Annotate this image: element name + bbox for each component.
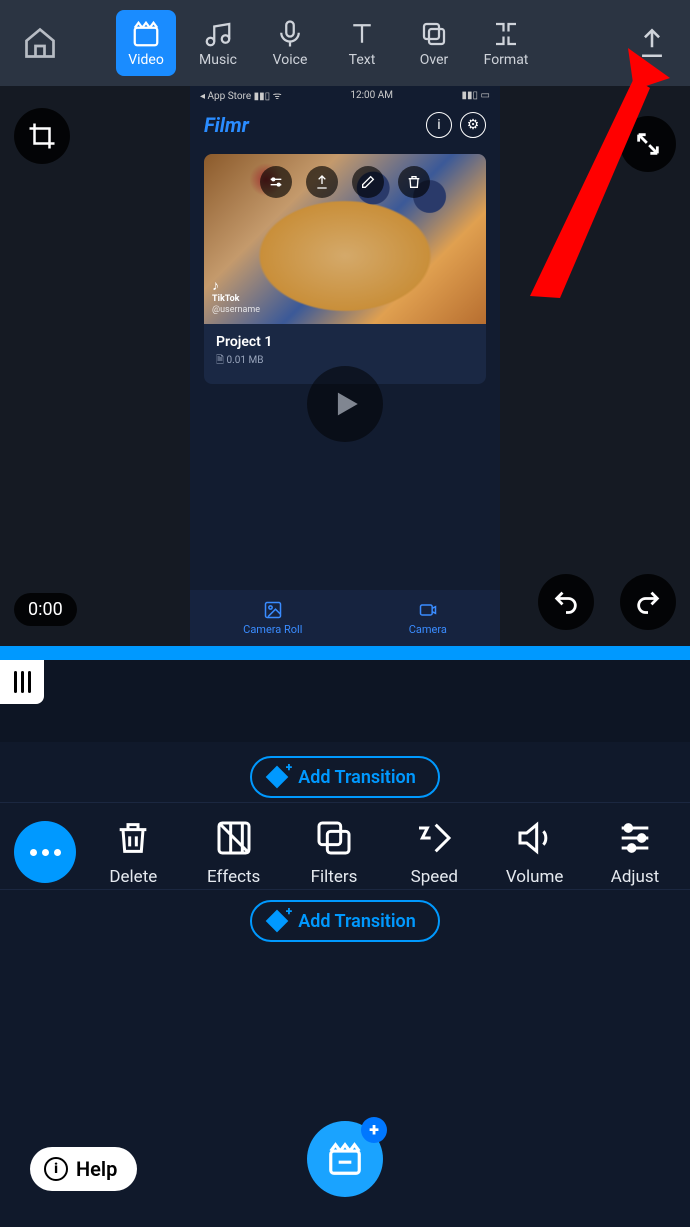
tab-label: Format [484,53,529,67]
transition-icon [266,910,288,932]
tab-format[interactable]: Format [476,10,536,76]
project-card[interactable]: ♪ TikTok @username Project 1 0.01 MB [204,154,486,384]
share-icon[interactable] [306,166,338,198]
tab-over[interactable]: Over [404,10,464,76]
phone-status-bar: ◂ App Store ▮▮▯ ᯤ 12:00 AM ▮▮▯ ▭ [190,86,500,104]
clapperboard-icon [326,1140,364,1178]
gear-icon[interactable]: ⚙ [460,112,486,138]
tool-label: Filters [311,867,358,887]
adjust-icon [615,818,655,858]
overlay-icon [419,19,449,49]
stage-bg-right [500,86,690,646]
tool-adjust[interactable]: Adjust [592,817,678,887]
undo-icon [552,588,580,616]
top-toolbar: Video Music Voice Text Over Format [0,0,690,86]
format-icon [491,19,521,49]
tab-label: Voice [273,53,308,67]
tool-label: Volume [506,867,564,887]
stage-bg-left [0,86,190,646]
export-button[interactable] [628,19,676,67]
info-icon[interactable]: i [426,112,452,138]
nav-camera-roll[interactable]: Camera Roll [243,600,302,636]
volume-icon [515,818,555,858]
timeline-track[interactable] [0,704,690,742]
music-icon [203,19,233,49]
timeline-clip[interactable] [0,646,690,660]
add-transition-bottom[interactable]: Add Transition [250,900,440,942]
undo-button[interactable] [538,574,594,630]
preview-stage: ◂ App Store ▮▮▯ ᯤ 12:00 AM ▮▮▯ ▭ Filmr i… [0,86,690,646]
clapperboard-icon [131,19,161,49]
trash-icon [113,818,153,858]
play-button[interactable] [307,366,383,442]
add-transition-top[interactable]: Add Transition [250,756,440,798]
mic-icon [275,19,305,49]
fullscreen-button[interactable] [620,116,676,172]
tab-video[interactable]: Video [116,10,176,76]
clip-tool-row: Delete Effects Filters Speed Volume Adju… [0,802,690,890]
tab-label: Text [349,53,376,67]
status-left: ◂ App Store ▮▮▯ ᯤ [200,88,282,102]
speed-icon [414,818,454,858]
tool-volume[interactable]: Volume [492,817,578,887]
play-icon [328,387,362,421]
tab-label: Music [199,53,237,67]
nav-camera[interactable]: Camera [409,600,447,636]
gallery-icon [263,600,283,620]
help-icon: i [44,1157,68,1181]
crop-icon [27,121,57,151]
help-button[interactable]: i Help [30,1147,137,1191]
export-icon [635,26,669,60]
clip-handle[interactable] [0,660,44,704]
app-brand: Filmr [204,113,249,137]
tab-text[interactable]: Text [332,10,392,76]
tab-voice[interactable]: Voice [260,10,320,76]
text-icon [347,19,377,49]
add-media-button[interactable] [307,1121,383,1197]
status-battery: ▮▮▯ ▭ [462,90,490,101]
filters-icon [314,818,354,858]
tool-filters[interactable]: Filters [291,817,377,887]
edit-icon[interactable] [352,166,384,198]
tab-label: Video [128,53,164,67]
tool-label: Delete [109,867,157,887]
tool-effects[interactable]: Effects [191,817,277,887]
expand-icon [634,130,662,158]
tool-label: Effects [207,867,260,887]
tiktok-watermark: ♪ TikTok @username [212,278,260,316]
tool-speed[interactable]: Speed [391,817,477,887]
project-thumbnail: ♪ TikTok @username [204,154,486,324]
tab-label: Over [420,53,449,67]
transition-label: Add Transition [298,911,416,932]
tool-label: Adjust [611,867,659,887]
top-tabs: Video Music Voice Text Over Format [116,10,536,76]
redo-button[interactable] [620,574,676,630]
camera-icon [418,600,438,620]
playhead-time: 0:00 [14,593,77,626]
transition-label: Add Transition [298,767,416,788]
sliders-icon[interactable] [260,166,292,198]
phone-header: Filmr i ⚙ [190,104,500,144]
tool-delete[interactable]: Delete [90,817,176,887]
project-title: Project 1 [216,334,474,350]
effects-icon [214,818,254,858]
transition-icon [266,766,288,788]
help-label: Help [76,1157,117,1181]
tool-label: Speed [411,867,458,887]
trash-icon[interactable] [398,166,430,198]
redo-icon [634,588,662,616]
home-button[interactable] [14,17,66,69]
phone-bottom-nav: Camera Roll Camera [190,590,500,646]
status-time: 12:00 AM [350,90,393,101]
more-tools-button[interactable] [14,821,76,883]
home-icon [22,25,58,61]
tab-music[interactable]: Music [188,10,248,76]
crop-button[interactable] [14,108,70,164]
